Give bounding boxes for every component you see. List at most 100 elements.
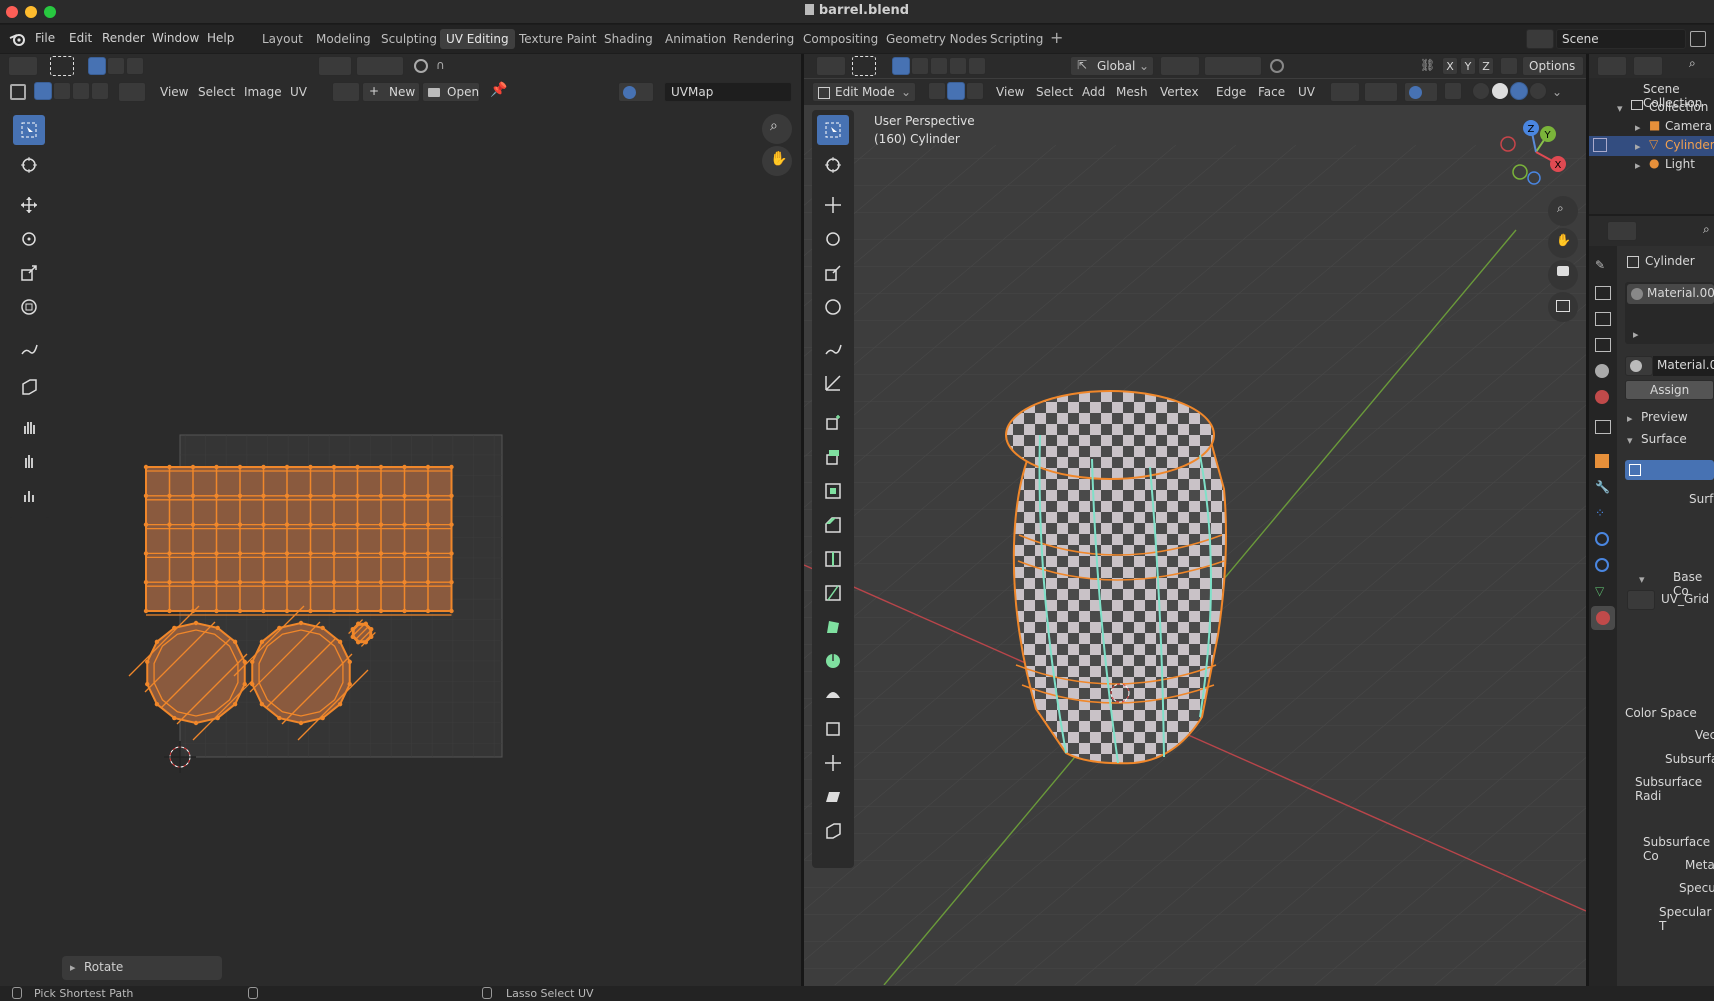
- image-name-label[interactable]: UV_Grid: [1661, 592, 1709, 606]
- select-tool-icon[interactable]: [817, 115, 849, 145]
- tab-modeling[interactable]: Modeling: [310, 29, 377, 49]
- tab-scripting[interactable]: Scripting: [984, 29, 1049, 49]
- rip-region-tool-icon[interactable]: [817, 816, 849, 846]
- viewport-menu-edge[interactable]: Edge: [1216, 85, 1246, 99]
- outliner-item-cylinder[interactable]: Cylinder: [1665, 138, 1714, 152]
- select-mode-subtract-icon[interactable]: [126, 57, 144, 75]
- material-shading-icon[interactable]: [1510, 82, 1528, 100]
- image-browse-icon[interactable]: [332, 82, 360, 102]
- mode-dropdown[interactable]: Edit Mode ⌄: [812, 82, 916, 102]
- proportional-edit-icon[interactable]: [414, 59, 428, 73]
- particles-tab-icon[interactable]: ⁘: [1595, 506, 1605, 520]
- transform-tool-icon[interactable]: [817, 292, 849, 322]
- select-mode-extend-icon[interactable]: [911, 57, 929, 75]
- move-tool-icon[interactable]: [817, 190, 849, 220]
- expand-arrow-icon[interactable]: ▸: [1635, 140, 1641, 153]
- solid-shading-icon[interactable]: [1491, 82, 1509, 100]
- expanded-arrow-icon[interactable]: ▾: [1639, 573, 1645, 586]
- zoom-icon[interactable]: ⌕: [1548, 196, 1578, 226]
- annotate-tool-icon[interactable]: [817, 334, 849, 364]
- select-mode-subtract-icon[interactable]: [930, 57, 948, 75]
- uv-island-strip[interactable]: [143, 464, 454, 616]
- section-preview[interactable]: Preview: [1641, 410, 1688, 424]
- select-mode-intersect-icon[interactable]: [968, 57, 986, 75]
- chevron-down-icon[interactable]: ▾: [1617, 102, 1623, 115]
- image-browse-icon[interactable]: [1627, 590, 1655, 610]
- tab-animation[interactable]: Animation: [659, 29, 732, 49]
- uvmap-field[interactable]: UVMap: [664, 82, 792, 102]
- tab-shading[interactable]: Shading: [598, 29, 659, 49]
- axis-z-toggle[interactable]: Z: [1478, 57, 1494, 75]
- auto-merge-icon[interactable]: [1500, 57, 1518, 75]
- proportional-edit-icon[interactable]: [1270, 59, 1284, 73]
- mesh-symmetry-icon[interactable]: ⛓: [1420, 58, 1440, 74]
- cursor-tool-icon[interactable]: [817, 150, 849, 180]
- options-dropdown[interactable]: Options: [1522, 56, 1584, 76]
- viewport-menu-mesh[interactable]: Mesh: [1116, 85, 1148, 99]
- scale-tool-icon[interactable]: [817, 258, 849, 288]
- surface-node-dropdown[interactable]: [1625, 460, 1714, 480]
- editor-type-icon[interactable]: [8, 56, 38, 76]
- expand-arrow-icon[interactable]: ▸: [1635, 159, 1641, 172]
- world-tab-icon[interactable]: [1595, 390, 1609, 404]
- sync-selection-icon[interactable]: [10, 84, 26, 100]
- expand-arrow-icon[interactable]: ▸: [1633, 328, 1639, 341]
- overlays-icon[interactable]: [1404, 82, 1438, 102]
- material-browse-icon[interactable]: [1625, 356, 1653, 376]
- open-image-button[interactable]: Open: [422, 82, 480, 102]
- collapsed-arrow-icon[interactable]: ▸: [1627, 412, 1633, 425]
- knife-tool-icon[interactable]: [817, 578, 849, 608]
- wireframe-shading-icon[interactable]: [1472, 82, 1490, 100]
- modifier-wrench-icon[interactable]: 🔧: [1595, 480, 1610, 494]
- smooth-tool-icon[interactable]: [817, 680, 849, 710]
- search-icon[interactable]: ⌕: [1703, 222, 1710, 237]
- material-slot-list[interactable]: Material.00 ▸: [1625, 282, 1714, 344]
- pivot-point-icon[interactable]: [1160, 56, 1200, 76]
- overlays-icon[interactable]: [618, 82, 654, 102]
- inset-faces-tool-icon[interactable]: [817, 476, 849, 506]
- select-tweak-icon[interactable]: [852, 56, 876, 76]
- uv-menu-view[interactable]: View: [160, 85, 188, 99]
- bevel-tool-icon[interactable]: [817, 510, 849, 540]
- menu-window[interactable]: Window: [152, 31, 199, 45]
- editor-type-icon[interactable]: [816, 56, 846, 76]
- add-cube-tool-icon[interactable]: [817, 408, 849, 438]
- transform-orientation-dropdown[interactable]: ⇱ Global ⌄: [1070, 56, 1154, 76]
- vertex-select-icon[interactable]: [928, 82, 946, 100]
- axis-x-toggle[interactable]: X: [1442, 57, 1458, 75]
- select-mode-invert-icon[interactable]: [949, 57, 967, 75]
- pin-icon[interactable]: 📌: [490, 82, 507, 98]
- tab-sculpting[interactable]: Sculpting: [375, 29, 443, 49]
- sticky-select-icon[interactable]: [118, 82, 146, 102]
- expanded-arrow-icon[interactable]: ▾: [1627, 434, 1633, 447]
- last-operator-panel[interactable]: ▸ Rotate: [62, 956, 222, 980]
- blender-logo-icon[interactable]: [9, 31, 25, 47]
- viewport-menu-uv[interactable]: UV: [1298, 85, 1315, 99]
- tab-uv-editing[interactable]: UV Editing: [440, 29, 515, 49]
- uv-canvas[interactable]: [0, 105, 801, 985]
- menu-help[interactable]: Help: [207, 31, 234, 45]
- select-mode-extend-icon[interactable]: [107, 57, 125, 75]
- render-tab-icon[interactable]: [1595, 286, 1611, 300]
- extrude-tool-icon[interactable]: [817, 442, 849, 472]
- editor-type-icon[interactable]: [1597, 56, 1627, 76]
- menu-edit[interactable]: Edit: [69, 31, 92, 45]
- viewport-canvas[interactable]: [804, 105, 1586, 985]
- expand-arrow-icon[interactable]: ▸: [1635, 121, 1641, 134]
- add-workspace-icon[interactable]: +: [1050, 28, 1063, 47]
- snap-icon[interactable]: [1204, 56, 1262, 76]
- gizmo-toggle-icon[interactable]: [1364, 82, 1398, 102]
- scene-tab-icon[interactable]: [1595, 364, 1609, 378]
- tab-texture-paint[interactable]: Texture Paint: [513, 29, 602, 49]
- outliner-item-light[interactable]: Light: [1665, 157, 1695, 171]
- search-icon[interactable]: ⌕: [1689, 56, 1696, 71]
- tab-rendering[interactable]: Rendering: [727, 29, 800, 49]
- falloff-icon[interactable]: ∩: [436, 58, 460, 74]
- viewport-menu-select[interactable]: Select: [1036, 85, 1073, 99]
- camera-view-icon[interactable]: [1548, 260, 1578, 290]
- xray-icon[interactable]: [1444, 82, 1462, 100]
- constraints-tab-icon[interactable]: [1595, 558, 1609, 572]
- tab-geometry-nodes[interactable]: Geometry Nodes: [880, 29, 993, 49]
- uv-menu-uv[interactable]: UV: [290, 85, 307, 99]
- barrel-mesh[interactable]: [1005, 390, 1227, 765]
